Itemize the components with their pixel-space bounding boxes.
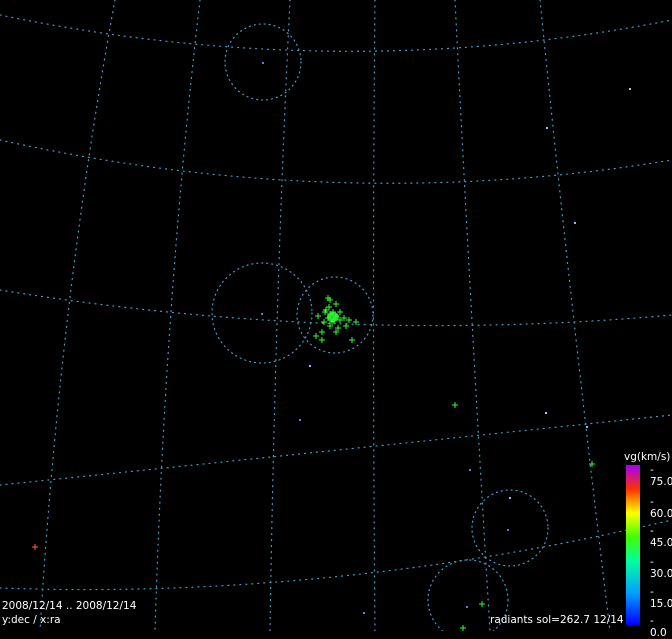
- radiant-point: [452, 402, 458, 408]
- radiant-point: [333, 301, 339, 307]
- star: [586, 426, 588, 428]
- dec-line: [0, 14, 672, 52]
- radiant-point: [313, 333, 319, 339]
- colorbar-title: vg(km/s): [624, 451, 671, 463]
- radiant-point: [32, 544, 38, 550]
- star: [363, 612, 365, 614]
- sky-chart: [0, 0, 672, 631]
- radiant-point: [321, 319, 327, 325]
- colorbar-tick: - 75.0: [650, 464, 672, 488]
- ra-line: [372, 0, 376, 631]
- star: [299, 419, 301, 421]
- star: [469, 469, 471, 471]
- colorbar: [626, 465, 640, 625]
- dec-line: [0, 139, 672, 184]
- dec-line: [0, 519, 672, 591]
- radiant-point: [349, 337, 355, 343]
- colorbar-tick: - 0.0: [650, 615, 667, 639]
- star: [509, 497, 511, 499]
- colorbar-tick: - 60.0: [650, 496, 672, 520]
- ra-line: [39, 0, 116, 631]
- axes-label: y:dec / x:ra: [2, 614, 61, 626]
- radiant-circles: [211, 23, 549, 631]
- radiant-point: [315, 313, 321, 319]
- star: [466, 606, 468, 608]
- star: [546, 127, 548, 129]
- radiant-point: [319, 337, 325, 343]
- colorbar-tick: - 45.0: [650, 525, 672, 549]
- radiants-label: radiants sol=262.7 12/14: [490, 614, 624, 626]
- ra-line: [154, 0, 201, 631]
- star: [507, 529, 509, 531]
- radiant-cluster-core: [327, 312, 339, 322]
- radiant-point: [337, 309, 343, 315]
- ra-line: [269, 0, 291, 631]
- star: [545, 412, 547, 414]
- radiant-point: [479, 601, 485, 607]
- radiant-point: [343, 323, 349, 329]
- star: [574, 222, 576, 224]
- star: [309, 365, 311, 367]
- star: [262, 62, 264, 64]
- ra-line: [539, 0, 611, 631]
- date-range: 2008/12/14 .. 2008/12/14: [2, 600, 137, 612]
- radiant-point: [319, 329, 325, 335]
- radiant-points: [32, 295, 595, 631]
- star: [261, 313, 263, 315]
- colorbar-tick: - 30.0: [650, 556, 672, 580]
- colorbar-tick: - 15.0: [650, 586, 672, 610]
- dec-line: [0, 414, 672, 486]
- star: [629, 88, 631, 90]
- radiant-point: [326, 304, 332, 310]
- radiant-point: [460, 625, 466, 631]
